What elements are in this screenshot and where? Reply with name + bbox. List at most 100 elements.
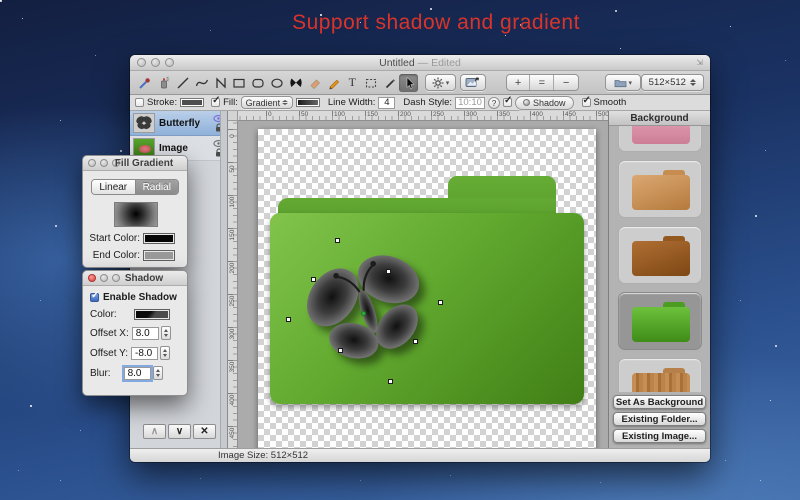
- eraser-tool[interactable]: [305, 74, 324, 92]
- enable-shadow-label: Enable Shadow: [103, 292, 177, 303]
- set-as-background-button[interactable]: Set As Background: [613, 395, 706, 409]
- gear-icon: [432, 77, 444, 89]
- rounded-rectangle-tool[interactable]: [249, 74, 268, 92]
- close-panel-button[interactable]: [88, 159, 96, 167]
- eyedropper-tool[interactable]: [136, 74, 155, 92]
- sphere-icon: [523, 99, 530, 106]
- start-color-swatch[interactable]: [143, 233, 175, 244]
- selection-handle[interactable]: [338, 348, 343, 353]
- offset-y-input[interactable]: -8.0: [131, 347, 158, 360]
- format-bar: Stroke: ✓ Fill: Gradient Line Width: 4 D…: [130, 95, 710, 111]
- blur-stepper[interactable]: [153, 366, 163, 380]
- gradient-preview: [114, 202, 158, 227]
- layer-row-butterfly[interactable]: Butterfly: [130, 111, 227, 136]
- selection-handle[interactable]: [413, 339, 418, 344]
- folder-style-dropdown[interactable]: ▾: [605, 74, 641, 91]
- tool-bar: T ▾ + = −: [130, 71, 710, 95]
- stepper-arrows-icon: [690, 79, 696, 86]
- thumbnail-brown-folder[interactable]: [618, 226, 702, 284]
- airbrush-tool[interactable]: [155, 74, 174, 92]
- export-image-button[interactable]: [460, 74, 486, 91]
- line-tool[interactable]: [174, 74, 193, 92]
- polyline-tool[interactable]: [211, 74, 230, 92]
- magic-wand-tool[interactable]: [381, 74, 400, 92]
- move-cursor-tool[interactable]: [399, 74, 418, 92]
- offset-y-stepper[interactable]: [160, 346, 170, 360]
- enable-shadow-checkbox[interactable]: ✓: [90, 293, 99, 302]
- line-width-input[interactable]: 4: [378, 97, 395, 109]
- action-menu-button[interactable]: ▾: [425, 74, 456, 91]
- status-bar: Image Size: 512×512: [130, 448, 710, 462]
- zoom-actual-button[interactable]: =: [530, 75, 554, 90]
- close-panel-button[interactable]: [88, 274, 96, 282]
- layers-scrollbar[interactable]: [220, 111, 227, 448]
- help-button[interactable]: ?: [488, 97, 500, 109]
- selection-handle[interactable]: [335, 238, 340, 243]
- end-color-swatch[interactable]: [143, 250, 175, 261]
- butterfly-shape[interactable]: [303, 251, 433, 371]
- shadow-titlebar[interactable]: Shadow: [83, 271, 187, 286]
- text-tool[interactable]: T: [343, 74, 362, 92]
- fill-gradient-titlebar[interactable]: Fill Gradient: [83, 156, 187, 171]
- rotation-center-dot[interactable]: [361, 311, 366, 316]
- stroke-label: Stroke:: [147, 97, 177, 108]
- smooth-checkbox[interactable]: ✓: [582, 98, 591, 107]
- fill-gradient-swatch[interactable]: [296, 98, 320, 107]
- stroke-checkbox[interactable]: [135, 98, 144, 107]
- canvas-size-stepper[interactable]: 512×512: [641, 74, 704, 91]
- desktop: Support shadow and gradient Untitled — E…: [0, 0, 800, 500]
- thumbnail-wood-folder[interactable]: [618, 358, 702, 392]
- shadow-color-swatch[interactable]: [134, 309, 170, 320]
- existing-image-button[interactable]: Existing Image...: [613, 429, 706, 443]
- tab-radial[interactable]: Radial: [136, 180, 179, 194]
- ellipse-tool[interactable]: [268, 74, 287, 92]
- move-layer-up-button[interactable]: ∧: [143, 424, 166, 439]
- horizontal-ruler: 0 50 100 150 200 250 300 350 400 450 500: [238, 111, 608, 121]
- gradient-type-tabs: Linear Radial: [91, 179, 179, 195]
- shadow-settings-button[interactable]: Shadow: [515, 96, 574, 110]
- selection-handle[interactable]: [386, 269, 391, 274]
- select-marquee-tool[interactable]: [362, 74, 381, 92]
- fill-type-dropdown[interactable]: Gradient: [241, 96, 293, 109]
- panel-title: Shadow: [107, 273, 181, 284]
- blur-input[interactable]: 8.0: [124, 367, 151, 380]
- rectangle-tool[interactable]: [230, 74, 249, 92]
- tab-linear[interactable]: Linear: [92, 180, 136, 194]
- offset-y-label: Offset Y:: [90, 348, 128, 359]
- delete-layer-button[interactable]: ✕: [193, 424, 216, 439]
- start-color-label: Start Color:: [83, 233, 140, 244]
- thumbnail-tan-folder[interactable]: [618, 160, 702, 218]
- selection-handle[interactable]: [438, 300, 443, 305]
- layer-name: Butterfly: [159, 118, 200, 129]
- zoom-in-button[interactable]: +: [507, 75, 531, 90]
- curve-tool[interactable]: [192, 74, 211, 92]
- butterfly-layer-thumbnail: [133, 113, 155, 133]
- offset-x-stepper[interactable]: [161, 326, 171, 340]
- selection-handle[interactable]: [286, 317, 291, 322]
- dash-style-label: Dash Style:: [403, 97, 452, 108]
- zoom-out-button[interactable]: −: [554, 75, 578, 90]
- canvas-viewport[interactable]: [238, 121, 608, 448]
- move-layer-down-button[interactable]: ∨: [168, 424, 191, 439]
- shadow-color-label: Color:: [90, 309, 117, 320]
- image-size-status: Image Size: 512×512: [218, 450, 308, 461]
- title-bar[interactable]: Untitled — Edited ⇲: [130, 55, 710, 71]
- drawing-canvas[interactable]: [258, 129, 596, 448]
- stroke-color-swatch[interactable]: [180, 98, 204, 107]
- background-thumbnail-list[interactable]: [609, 126, 710, 392]
- line-width-label: Line Width:: [328, 97, 376, 108]
- selection-handle[interactable]: [311, 277, 316, 282]
- offset-x-input[interactable]: 8.0: [132, 327, 159, 340]
- shadow-checkbox[interactable]: ✓: [503, 98, 512, 107]
- selection-handle[interactable]: [388, 379, 393, 384]
- dropdown-arrow-icon: ▾: [446, 79, 450, 87]
- butterfly-shape-tool[interactable]: [287, 74, 306, 92]
- thumbnail-green-folder-selected[interactable]: [618, 292, 702, 350]
- app-window: Untitled — Edited ⇲: [130, 55, 710, 462]
- existing-folder-button[interactable]: Existing Folder...: [613, 412, 706, 426]
- pencil-tool[interactable]: [324, 74, 343, 92]
- fill-checkbox[interactable]: ✓: [211, 98, 220, 107]
- thumbnail-pink-folder[interactable]: [618, 126, 702, 152]
- dash-style-input[interactable]: 10:10: [455, 97, 485, 109]
- panel-title: Fill Gradient: [107, 158, 181, 169]
